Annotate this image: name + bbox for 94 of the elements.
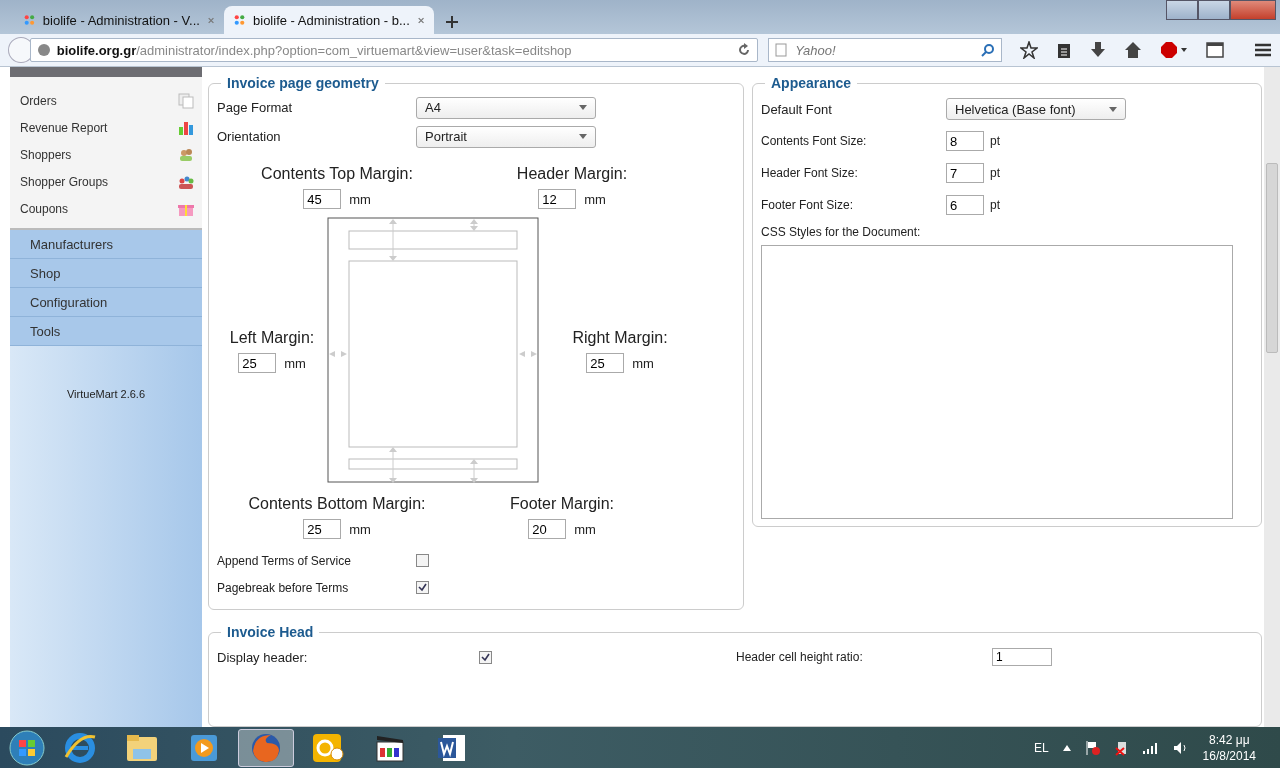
caret-icon[interactable] xyxy=(1062,745,1071,751)
section-title: Appearance xyxy=(770,75,853,91)
play-icon xyxy=(189,733,219,763)
arrow-icon xyxy=(470,219,478,231)
stop-sign-icon[interactable] xyxy=(1160,41,1188,59)
fox-globe-icon xyxy=(249,731,283,765)
bar-chart-icon xyxy=(178,119,194,136)
signal-icon[interactable] xyxy=(1142,742,1159,754)
field-label: Header Font Size: xyxy=(761,166,859,180)
ratio-input[interactable]: 1 xyxy=(992,648,1052,666)
field-label: Footer Margin: xyxy=(509,495,614,513)
unit-label: mm xyxy=(349,521,371,537)
unit-label: mm xyxy=(574,521,596,537)
flag-icon[interactable] xyxy=(1084,740,1101,756)
people-icon xyxy=(178,146,194,163)
dropdown[interactable]: A4 xyxy=(416,96,596,119)
sidebar-item[interactable]: Revenue Report xyxy=(20,114,194,141)
speaker-icon[interactable] xyxy=(1172,741,1189,755)
browser-tab[interactable]: biolife - Administration - V... xyxy=(14,6,224,34)
flower-icon xyxy=(24,12,35,28)
folder-icon xyxy=(125,733,159,763)
star-icon[interactable] xyxy=(1020,41,1038,59)
clipboard-icon[interactable] xyxy=(1056,41,1072,59)
field-label: Orientation xyxy=(217,129,282,144)
checkbox-label: Append Terms of Service xyxy=(217,553,352,568)
arrow-icon xyxy=(470,459,478,483)
clock[interactable]: 8:42 μμ 16/8/2014 xyxy=(1202,732,1256,764)
minimize-button[interactable] xyxy=(1166,0,1198,20)
margin-input[interactable]: 25 xyxy=(303,519,342,539)
field-label: Default Font xyxy=(761,101,833,117)
margin-input[interactable]: 20 xyxy=(528,519,567,539)
close-icon[interactable] xyxy=(417,15,424,25)
field-label: Footer Font Size: xyxy=(761,198,855,212)
size-input[interactable]: 6 xyxy=(946,195,984,215)
browser-e-icon xyxy=(63,731,97,765)
sidebar-item[interactable]: Coupons xyxy=(20,195,194,222)
field-label: CSS Styles for the Document: xyxy=(761,225,922,239)
version-label: VirtueMart 2.6.6 xyxy=(65,388,147,400)
home-icon[interactable] xyxy=(1124,41,1142,59)
download-icon[interactable] xyxy=(1090,41,1106,59)
search-bar[interactable]: Yahoo! xyxy=(768,38,1002,62)
dropdown[interactable]: Portrait xyxy=(416,125,596,148)
sidebar-item[interactable]: Orders xyxy=(20,87,194,114)
section-title: Invoice Head xyxy=(226,624,315,640)
checkbox[interactable] xyxy=(416,554,429,567)
unit-label: pt xyxy=(990,166,1000,180)
sidebar-item[interactable]: Shopper Groups xyxy=(20,168,194,195)
language-indicator[interactable]: EL xyxy=(1033,741,1049,755)
menu-item[interactable]: Shop xyxy=(10,259,202,288)
scrollbar[interactable] xyxy=(1264,67,1280,727)
unit-label: mm xyxy=(584,191,606,207)
field-label: Right Margin: xyxy=(572,329,668,347)
checkbox-label: Pagebreak before Terms xyxy=(217,580,350,595)
flower-icon xyxy=(234,12,245,28)
unit-label: pt xyxy=(990,198,1000,212)
field-label: Page Format xyxy=(217,100,294,115)
field-label: Contents Font Size: xyxy=(761,134,868,148)
restore-button[interactable] xyxy=(1198,0,1230,20)
size-input[interactable]: 8 xyxy=(946,131,984,151)
checkbox[interactable] xyxy=(416,581,429,594)
unit-label: pt xyxy=(990,134,1000,148)
field-label: Contents Top Margin: xyxy=(261,165,413,183)
documents-icon xyxy=(178,92,194,109)
menu-icon[interactable] xyxy=(1254,42,1272,58)
field-label: Left Margin: xyxy=(229,329,315,347)
size-input[interactable]: 7 xyxy=(946,163,984,183)
field-label: Header cell height ratio: xyxy=(736,650,864,664)
unit-label: mm xyxy=(349,191,371,207)
unit-label: mm xyxy=(284,355,306,371)
reload-icon[interactable] xyxy=(737,43,752,57)
field-label: Contents Bottom Margin: xyxy=(248,495,426,513)
start-button[interactable] xyxy=(8,729,46,767)
search-icon[interactable] xyxy=(981,43,995,57)
arrow-icon xyxy=(389,447,397,483)
field-label: Header Margin: xyxy=(516,165,628,183)
unit-label: mm xyxy=(632,355,654,371)
arrow-icon xyxy=(389,219,397,261)
margin-input[interactable]: 12 xyxy=(538,189,577,209)
menu-item[interactable]: Tools xyxy=(10,317,202,346)
close-button[interactable] xyxy=(1230,0,1276,20)
page-icon xyxy=(775,43,788,57)
dropdown[interactable]: Helvetica (Base font) xyxy=(946,98,1126,120)
field-label: Display header: xyxy=(217,649,309,665)
window-icon[interactable] xyxy=(1206,42,1224,58)
margin-input[interactable]: 45 xyxy=(303,189,342,209)
margin-input[interactable]: 25 xyxy=(238,353,277,373)
sidebar-item[interactable]: Shoppers xyxy=(20,141,194,168)
checkbox[interactable] xyxy=(479,650,492,664)
browser-tab[interactable]: biolife - Administration - b... xyxy=(224,6,434,34)
margin-input[interactable]: 25 xyxy=(586,353,625,373)
menu-item[interactable]: Configuration xyxy=(10,288,202,317)
address-bar[interactable]: biolife.org.gr/administrator/index.php?option=com_virtuemart&view=user&task=editshop xyxy=(29,38,759,62)
menu-item[interactable]: Manufacturers xyxy=(10,230,202,259)
section-title: Invoice page geometry xyxy=(226,75,380,91)
